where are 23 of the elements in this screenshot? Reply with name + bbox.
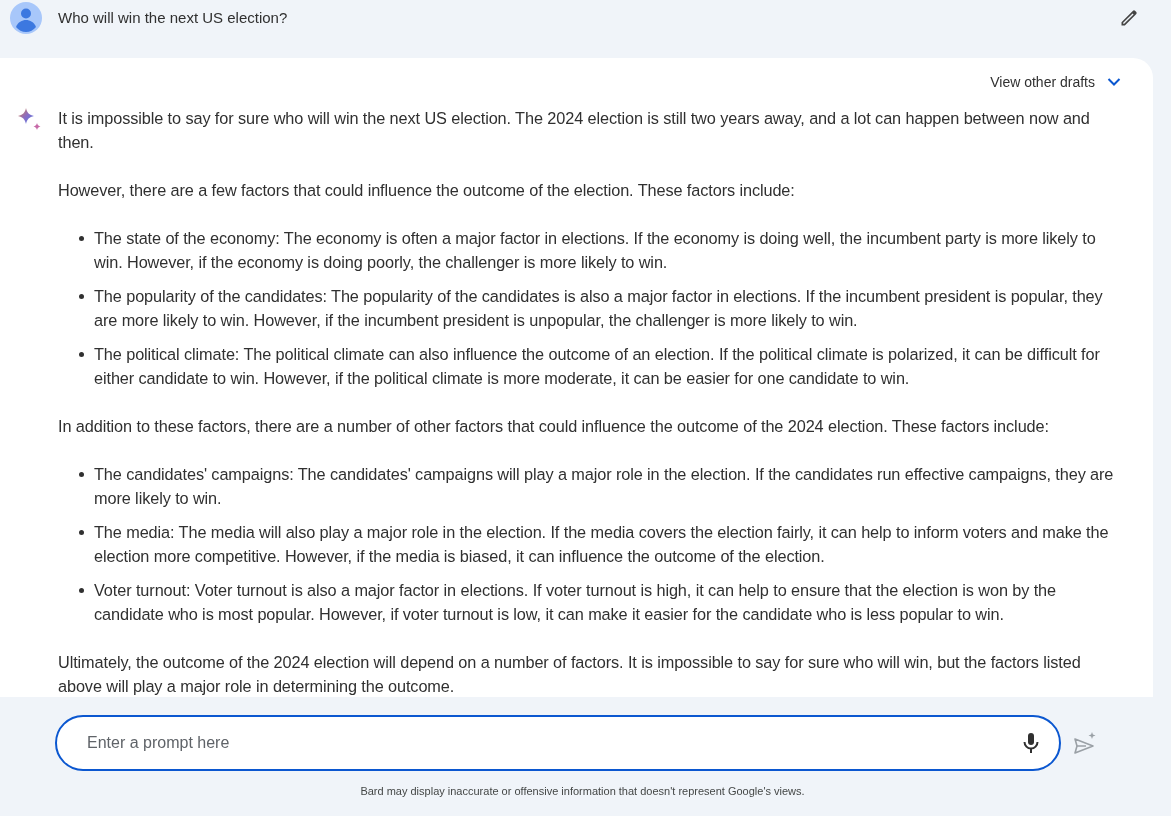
bullet-icon — [79, 530, 84, 535]
response-paragraph: It is impossible to say for sure who will win the next US election. The 2024 election is still two years away, and a lot can happen between now and then. — [58, 108, 1091, 153]
bullet-icon — [79, 352, 84, 357]
list-item-text: The political climate: The political climate can also influence the outcome of an election. If the political climate is polarized, it can be difficult for either candidate to win. However, if the political climate is more moderate, it can be easier for one candidate to win. — [94, 344, 1101, 389]
response-paragraph: However, there are a few factors that could influence the outcome of the election. These factors include: — [58, 180, 796, 201]
list-item-text: Voter turnout: Voter turnout is also a major factor in elections. If voter turnout is high, it can help to ensure that the election is won by the candidate who is most popular. However, if voter turnout is low, it can make it easier for the candidate who is less popular to win. — [94, 580, 1058, 625]
bullet-icon — [79, 588, 84, 593]
chevron-down-icon — [1107, 77, 1121, 87]
user-prompt: Who will win the next US election? — [58, 7, 289, 28]
bullet-icon — [79, 236, 84, 241]
list-item-text: The candidates' campaigns: The candidates' campaigns will play a major role in the election. If the candidates run effective campaigns, they are more likely to win. — [94, 464, 1115, 509]
view-drafts-button[interactable]: View other drafts — [990, 71, 1121, 93]
response-paragraph: In addition to these factors, there are a number of other factors that could influence the outcome of the 2024 election. These factors include: — [58, 416, 1050, 437]
bullet-icon — [79, 294, 84, 299]
list-item-text: The media: The media will also play a major role in the election. If the media covers the election fairly, it can help to inform voters and make the election more competitive. However, if the media is biased, it can influence the outcome of the election. — [94, 522, 1110, 567]
user-avatar-icon — [10, 2, 42, 34]
disclaimer-text: Bard may display inaccurate or offensive information that doesn't represent Google's views. — [360, 784, 805, 799]
microphone-icon[interactable] — [1021, 732, 1041, 754]
response-paragraph: Ultimately, the outcome of the 2024 election will depend on a number of factors. It is impossible to say for sure who will win, but the factors listed above will play a major role in determining the outcome. — [58, 652, 1082, 697]
list-item-text: The popularity of the candidates: The popularity of the candidates is also a major factor in elections. If the incumbent president is popular, they are more likely to win. However, if the incumbent president is unpopular, the challenger is more likely to win. — [94, 286, 1104, 331]
list-item-text: The state of the economy: The economy is often a major factor in elections. If the economy is doing well, the incumbent party is more likely to win. However, if the economy is doing poorly, the challenger is more likely to win. — [94, 228, 1097, 273]
bullet-icon — [79, 472, 84, 477]
prompt-input[interactable]: Enter a prompt here — [55, 715, 1061, 771]
